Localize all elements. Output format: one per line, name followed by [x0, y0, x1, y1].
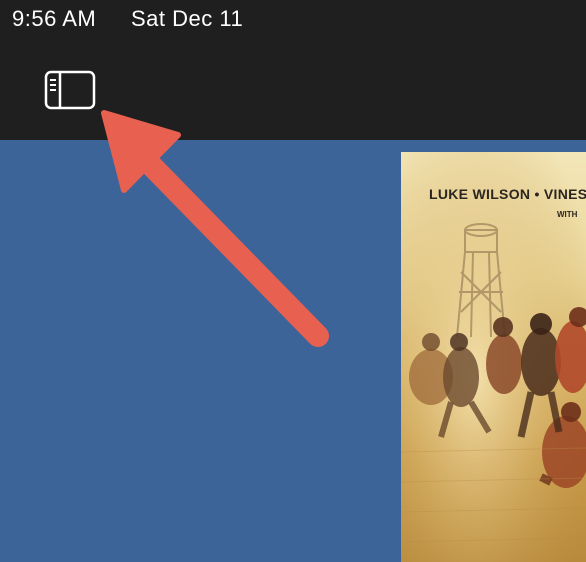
top-bar: 9:56 AM Sat Dec 11 — [0, 0, 586, 140]
sidebar-toggle-button[interactable] — [38, 64, 102, 118]
status-time: 9:56 AM — [12, 6, 97, 31]
sidebar-icon — [44, 70, 96, 110]
movie-poster[interactable]: LUKE WILSON • VINES WITH — [401, 152, 586, 562]
poster-with-text: WITH — [557, 210, 578, 219]
app-screen: 9:56 AM Sat Dec 11 LUKE WILSON • VINES W… — [0, 0, 586, 562]
poster-credits: LUKE WILSON • VINES — [429, 186, 586, 202]
status-date: Sat Dec 11 — [131, 6, 244, 31]
